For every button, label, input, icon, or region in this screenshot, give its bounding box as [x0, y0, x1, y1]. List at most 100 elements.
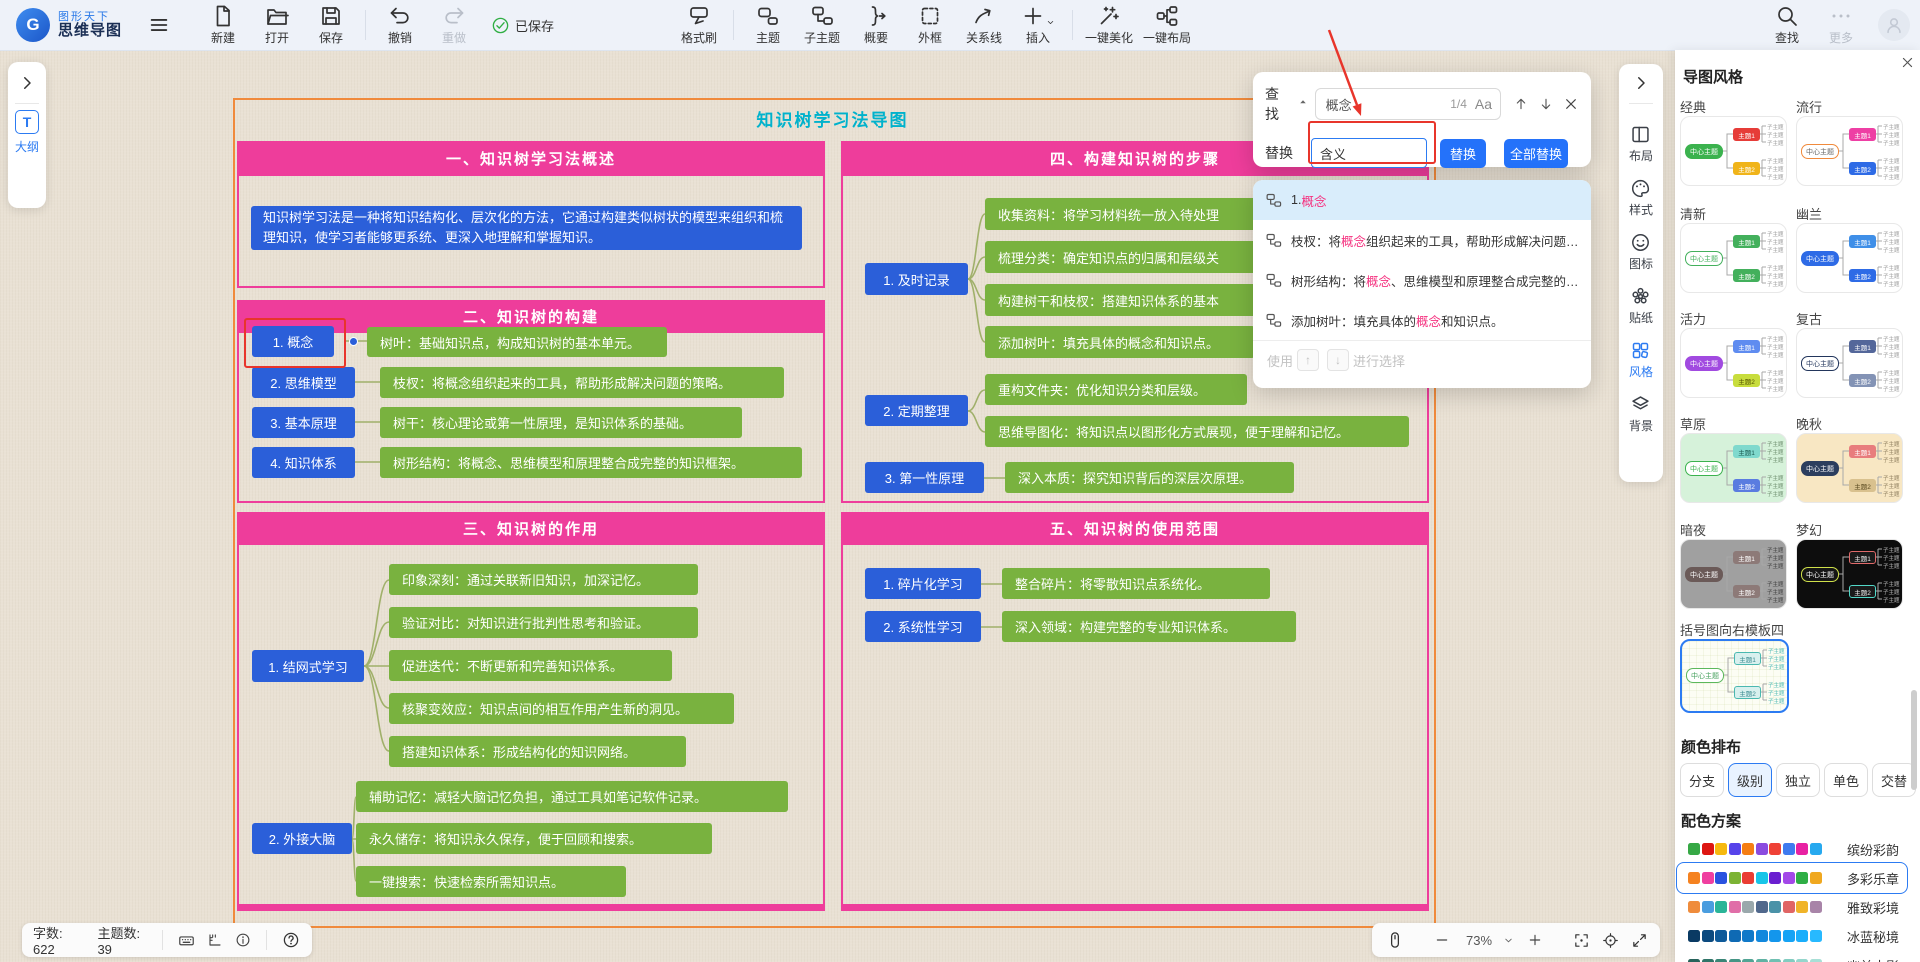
style-card-复古[interactable]: 中心主题 主题1 主题2 子主题 子主题 子主题 子主题 子主题 子主题	[1796, 328, 1903, 398]
scheme-幽兰水影[interactable]: 幽兰水影	[1676, 949, 1908, 962]
collapse-caret-icon[interactable]	[1297, 95, 1309, 113]
case-toggle[interactable]: Aa	[1475, 96, 1492, 112]
mindmap-node[interactable]: 深入本质：探究知识背后的深层次原理。	[1005, 462, 1294, 493]
right-tool-background[interactable]: 背景	[1629, 394, 1653, 434]
toolbar-save-button[interactable]: 保存	[304, 4, 358, 46]
zoom-in-icon[interactable]	[1527, 932, 1543, 948]
mindmap-node[interactable]: 验证对比：对知识进行批判性思考和验证。	[389, 607, 698, 638]
scheme-雅致彩境[interactable]: 雅致彩境	[1676, 891, 1908, 923]
find-result-row[interactable]: 树形结构：将 概念 、思维模型和原理整合成完整的…	[1253, 260, 1591, 300]
zoom-level[interactable]: 73%	[1466, 933, 1492, 948]
style-card-流行[interactable]: 中心主题 主题1 主题2 子主题 子主题 子主题 子主题 子主题 子主题	[1796, 116, 1903, 186]
toolbar-new-file-button[interactable]: 新建	[196, 4, 250, 46]
close-sidebar-icon[interactable]	[1900, 55, 1915, 75]
section-header[interactable]: 五、知识树的使用范围	[843, 514, 1427, 545]
mindmap-node[interactable]: 1. 结网式学习	[252, 650, 364, 682]
toolbar-open-folder-button[interactable]: 打开	[250, 4, 304, 46]
find-next-icon[interactable]	[1538, 96, 1554, 112]
find-result-row[interactable]: 枝杈：将 概念 组织起来的工具，帮助形成解决问题…	[1253, 220, 1591, 260]
color-layout-交替[interactable]: 交替	[1872, 763, 1916, 797]
fit-view-icon[interactable]	[1573, 932, 1590, 949]
mindmap-node[interactable]: 3. 基本原理	[252, 407, 355, 438]
replace-all-button[interactable]: 全部替换	[1504, 138, 1568, 168]
locate-center-icon[interactable]	[1602, 932, 1619, 949]
mindmap-node[interactable]: 辅助记忆：减轻大脑记忆负担，通过工具如笔记软件记录。	[356, 781, 788, 812]
find-prev-icon[interactable]	[1513, 96, 1529, 112]
mindmap-node[interactable]: 2. 定期整理	[865, 395, 968, 426]
mouse-mode-icon[interactable]	[1386, 931, 1404, 949]
toolbar-search-button[interactable]: 查找	[1760, 4, 1814, 46]
fullscreen-icon[interactable]	[1631, 932, 1648, 949]
style-card-梦幻[interactable]: 中心主题 主题1 主题2 子主题 子主题 子主题 子主题 子主题 子主题	[1796, 539, 1903, 609]
avatar[interactable]	[1878, 9, 1910, 41]
right-tool-sticker[interactable]: 贴纸	[1629, 286, 1653, 326]
scheme-缤纷彩韵[interactable]: 缤纷彩韵	[1676, 833, 1908, 865]
style-card-活力[interactable]: 中心主题 主题1 主题2 子主题 子主题 子主题 子主题 子主题 子主题	[1680, 328, 1787, 398]
scheme-冰蓝秘境[interactable]: 冰蓝秘境	[1676, 920, 1908, 952]
mindmap-node[interactable]: 印象深刻：通过关联新旧知识，加深记忆。	[389, 564, 698, 595]
sidebar-scrollbar[interactable]	[1911, 690, 1917, 790]
mindmap-node[interactable]: 永久储存：将知识永久保存，便于回顾和搜索。	[356, 823, 712, 854]
find-result-row[interactable]: 1. 概念	[1253, 180, 1591, 220]
outline-icon[interactable]: T	[15, 110, 39, 134]
style-card-草原[interactable]: 中心主题 主题1 主题2 子主题 子主题 子主题 子主题 子主题 子主题	[1680, 433, 1787, 503]
scheme-多彩乐章[interactable]: 多彩乐章	[1676, 862, 1908, 894]
app-logo[interactable]: G 图形天下 思维导图	[16, 8, 122, 42]
style-card-经典[interactable]: 中心主题 主题1 主题2 子主题 子主题 子主题 子主题 子主题 子主题	[1680, 116, 1787, 186]
section-header[interactable]: 三、知识树的作用	[239, 514, 823, 545]
toolbar-summary-button[interactable]: 概要	[849, 4, 903, 46]
find-input[interactable]: 概念 1/4 Aa	[1314, 88, 1501, 120]
find-result-row[interactable]: 添加树叶：填充具体的 概念 和知识点。	[1253, 300, 1591, 340]
expand-right-icon[interactable]	[18, 74, 36, 97]
replace-button[interactable]: 替换	[1440, 138, 1486, 168]
mindmap-node[interactable]: 搭建知识体系：形成结构化的知识网络。	[389, 736, 686, 767]
toolbar-insert-button[interactable]: 插入	[1011, 4, 1065, 46]
section-header[interactable]: 一、知识树学习法概述	[239, 143, 823, 176]
mindmap-node[interactable]: 2. 外接大脑	[252, 823, 352, 854]
style-card-幽兰[interactable]: 中心主题 主题1 主题2 子主题 子主题 子主题 子主题 子主题 子主题	[1796, 223, 1903, 293]
keyboard-shortcuts-icon[interactable]	[178, 932, 195, 949]
toolbar-undo-button[interactable]: 撤销	[373, 4, 427, 46]
mindmap-node[interactable]: 1. 及时记录	[865, 263, 968, 295]
node-handle-dot[interactable]	[349, 337, 358, 346]
right-tool-emoji[interactable]: 图标	[1629, 232, 1653, 272]
right-tool-layout[interactable]: 布局	[1629, 124, 1653, 164]
right-tool-style-grid[interactable]: 风格	[1629, 340, 1653, 380]
mindmap-node[interactable]: 1. 概念	[252, 326, 334, 357]
mindmap-node[interactable]: 树叶：基础知识点，构成知识树的基本单元。	[367, 327, 667, 357]
style-card-晚秋[interactable]: 中心主题 主题1 主题2 子主题 子主题 子主题 子主题 子主题 子主题	[1796, 433, 1903, 503]
mindmap-node[interactable]: 核聚变效应：知识点间的相互作用产生新的洞见。	[389, 693, 734, 724]
collapse-right-icon[interactable]	[1632, 74, 1650, 97]
color-layout-单色[interactable]: 单色	[1824, 763, 1868, 797]
color-layout-级别[interactable]: 级别	[1728, 763, 1772, 797]
mindmap-node[interactable]: 枝杈：将概念组织起来的工具，帮助形成解决问题的策略。	[380, 367, 784, 398]
mindmap-node[interactable]: 2. 思维模型	[252, 367, 355, 398]
info-icon[interactable]	[235, 932, 251, 948]
right-tool-palette[interactable]: 样式	[1629, 178, 1653, 218]
mindmap-node[interactable]: 3. 第一性原理	[865, 462, 984, 493]
mindmap-node[interactable]: 深入领域：构建完整的专业知识体系。	[1002, 611, 1296, 642]
replace-input[interactable]: 含义	[1311, 138, 1427, 168]
mindmap-node[interactable]: 思维导图化：将知识点以图形化方式展现，便于理解和记忆。	[985, 416, 1409, 447]
toolbar-frame-button[interactable]: 外框	[903, 4, 957, 46]
zoom-caret-icon[interactable]	[1502, 934, 1515, 947]
ruler-icon[interactable]	[207, 932, 223, 948]
style-card-括号图向右模板四[interactable]: 中心主题 主题1 主题2 子主题 子主题 子主题 子主题 子主题 子主题	[1680, 639, 1789, 713]
mindmap-node[interactable]: 一键搜索：快速检索所需知识点。	[356, 866, 626, 897]
mindmap-node[interactable]: 树形结构：将概念、思维模型和原理整合成完整的知识框架。	[380, 447, 802, 478]
toolbar-subtopic-button[interactable]: 子主题	[795, 4, 849, 46]
mindmap-node[interactable]: 整合碎片：将零散知识点系统化。	[1002, 568, 1270, 599]
hamburger-menu-icon[interactable]	[148, 14, 170, 36]
find-label[interactable]: 查找	[1265, 84, 1293, 124]
help-icon[interactable]	[282, 931, 300, 949]
toolbar-format-painter-button[interactable]: 格式刷	[672, 4, 726, 46]
mindmap-node[interactable]: 添加树叶：填充具体的概念和知识点。	[985, 326, 1255, 358]
mindmap-node[interactable]: 知识树学习法是一种将知识结构化、层次化的方法，它通过构建类似树状的模型来组织和梳…	[251, 206, 802, 250]
style-card-清新[interactable]: 中心主题 主题1 主题2 子主题 子主题 子主题 子主题 子主题 子主题	[1680, 223, 1787, 293]
replace-label[interactable]: 替换	[1265, 143, 1293, 163]
color-layout-独立[interactable]: 独立	[1776, 763, 1820, 797]
mindmap-node[interactable]: 树干：核心理论或第一性原理，是知识体系的基础。	[380, 407, 742, 438]
toolbar-relation-button[interactable]: 关系线	[957, 4, 1011, 46]
toolbar-auto-layout-button[interactable]: 一键布局	[1138, 4, 1196, 46]
toolbar-beautify-button[interactable]: 一键美化	[1080, 4, 1138, 46]
